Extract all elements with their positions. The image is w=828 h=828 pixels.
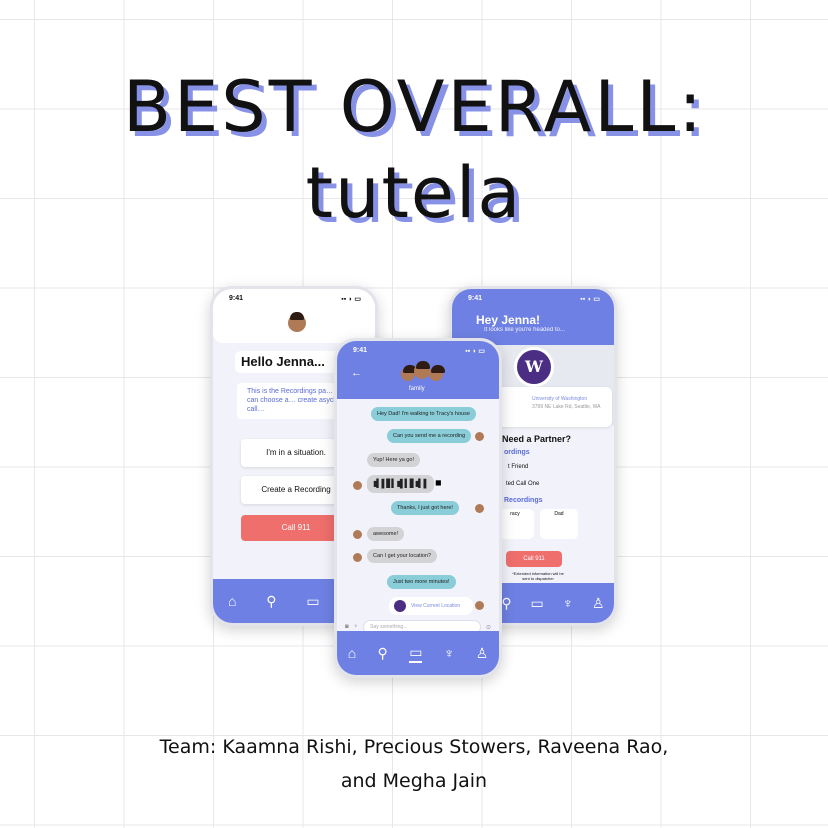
avatar	[353, 481, 362, 490]
status-time: 9:41	[353, 347, 368, 354]
contact-name: racy	[510, 511, 520, 517]
location-pin-icon[interactable]: ⚲	[266, 593, 276, 610]
avatar	[353, 553, 362, 562]
headline-title: BEST OVERALL:	[123, 66, 705, 148]
call-911-button[interactable]: Call 911	[506, 551, 562, 567]
location-pin-icon[interactable]: ⚲	[378, 645, 388, 662]
audio-waveform-icon: ▮▍▌▋▍▮▌▍▋▮▍▌	[373, 479, 429, 488]
location-pin-icon[interactable]: ⚲	[501, 595, 511, 612]
signal-battery-icon: ▪▪ ◗ ▭	[580, 296, 600, 303]
avatar	[414, 361, 430, 379]
status-bar: 9:41 ▪▪ ◗ ▭	[468, 295, 600, 309]
back-arrow-icon[interactable]: ←	[351, 367, 362, 379]
contact-name: Dad	[554, 511, 564, 517]
home-title: Hey Jenna!	[476, 313, 541, 327]
destination-card[interactable]: University of Washington 3799 NE Lake Rd…	[492, 387, 612, 427]
person-icon[interactable]: ♙	[592, 595, 605, 612]
message-bubble-sent: Thanks, I just got here!	[391, 501, 459, 515]
phone-chat-screen: ← family 9:41 ▪▪ ◗ ▭ Hey Dad! I'm walking…	[334, 338, 502, 678]
message-bubble-received: awesome!	[367, 527, 405, 541]
send-icon[interactable]: ⊙	[486, 624, 491, 631]
home-icon[interactable]: ⌂	[228, 593, 236, 609]
home-subtitle: It looks like you're headed to...	[484, 327, 565, 333]
avatar	[475, 504, 484, 513]
destination-address: 3799 NE Lake Rd, Seattle, WA	[532, 404, 601, 410]
message-bubble-received: Yup! Here ya go!	[367, 453, 420, 467]
audio-message[interactable]: ▮▍▌▋▍▮▌▍▋▮▍▌	[367, 475, 435, 493]
avatar	[401, 365, 417, 381]
user-avatar	[288, 312, 306, 332]
recording-item[interactable]: t Friend	[508, 464, 528, 470]
dispatcher-note: *Extended information will be sent to di…	[512, 571, 564, 581]
group-avatars	[399, 361, 445, 385]
recordings-heading: ordings	[504, 449, 530, 456]
signal-battery-icon: ▪▪ ◗ ▭	[465, 348, 485, 355]
chat-icon[interactable]: ▭	[306, 593, 319, 610]
team-credits: Team: Kaamna Rishi, Precious Stowers, Ra…	[159, 736, 669, 758]
avatar	[353, 530, 362, 539]
status-bar: 9:41 ▪▪ ◗ ▭	[229, 295, 361, 309]
group-name: family	[409, 386, 425, 392]
bottom-nav: ⌂ ⚲ ▭ ♆ ♙	[337, 631, 499, 675]
microphone-icon[interactable]: ♆	[444, 645, 455, 661]
university-logo: W	[514, 347, 554, 387]
partner-heading: Need a Partner?	[502, 434, 572, 444]
message-bubble-sent: Just two more minutes!	[387, 575, 456, 589]
bookmark-icon[interactable]: ◼	[435, 478, 442, 487]
contact-card[interactable]: Dad	[540, 509, 578, 539]
message-bubble-sent: Can you send me a recording	[387, 429, 472, 443]
greeting-text: Hello Jenna...	[235, 351, 341, 373]
avatar	[429, 365, 445, 381]
microphone-icon[interactable]: ♆	[563, 595, 574, 611]
recordings-heading-2: Recordings	[504, 497, 543, 504]
team-credits-continued: and Megha Jain	[340, 770, 488, 792]
chat-icon[interactable]: ▭	[531, 595, 544, 612]
destination-name: University of Washington	[532, 396, 588, 402]
home-icon[interactable]: ⌂	[348, 645, 356, 661]
headline-project-name: tutela	[305, 152, 523, 234]
chat-icon[interactable]: ▭	[409, 644, 423, 663]
status-bar: 9:41 ▪▪ ◗ ▭	[353, 347, 485, 361]
recording-item[interactable]: ted Call One	[506, 481, 539, 487]
message-bubble-received: Can I get your location?	[367, 549, 438, 563]
camera-icon[interactable]: ◙	[345, 624, 349, 630]
avatar	[475, 601, 484, 610]
status-time: 9:41	[229, 295, 244, 302]
message-bubble-sent: Hey Dad! I'm walking to Tracy's house	[371, 407, 476, 421]
location-card[interactable]: View Current Location	[389, 597, 473, 615]
microphone-icon[interactable]: ♆	[354, 624, 359, 630]
signal-battery-icon: ▪▪ ◗ ▭	[341, 296, 361, 303]
status-time: 9:41	[468, 295, 483, 302]
avatar	[475, 432, 484, 441]
person-icon[interactable]: ♙	[476, 645, 489, 662]
